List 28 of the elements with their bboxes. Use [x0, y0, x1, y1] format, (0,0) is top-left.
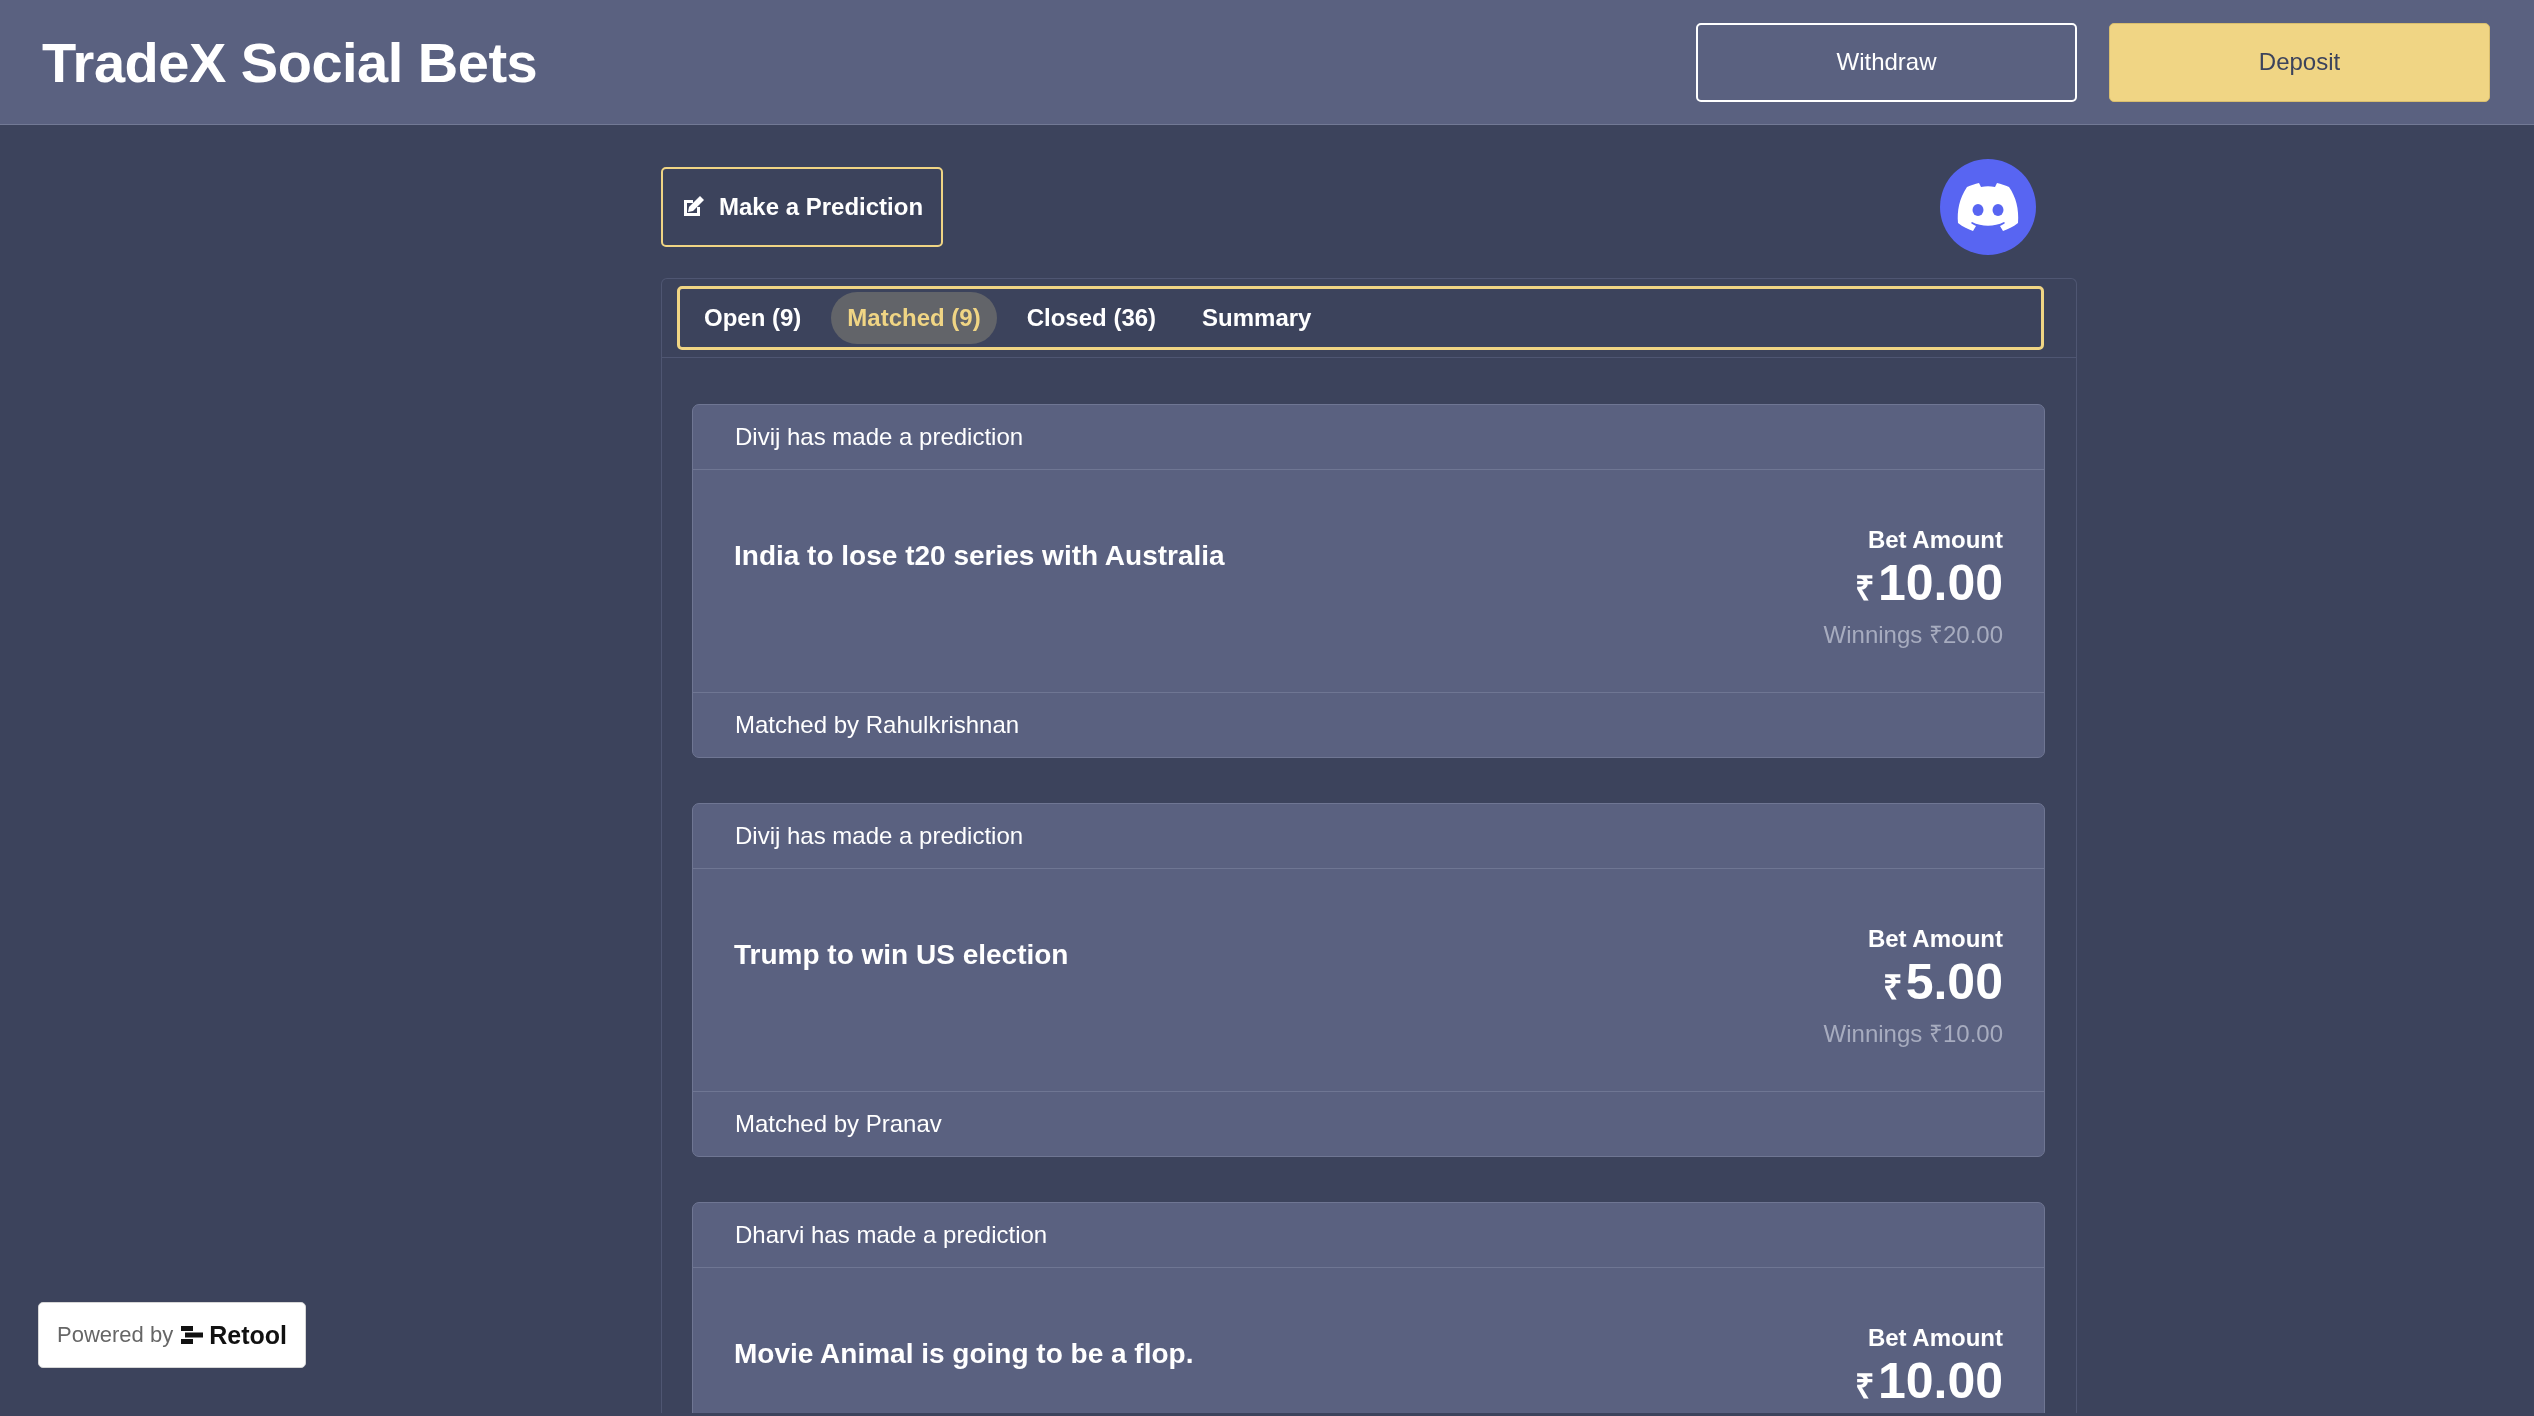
bet-amount: ₹10.00	[1854, 1352, 2003, 1411]
tab[interactable]: Matched (9)	[831, 292, 997, 344]
app-title: TradeX Social Bets	[42, 29, 539, 95]
tab[interactable]: Open (9)	[688, 292, 818, 344]
bet-amount: ₹5.00	[1882, 953, 2003, 1012]
prediction-title: Trump to win US election	[734, 939, 1069, 972]
prediction-title: India to lose t20 series with Australia	[734, 540, 1225, 573]
prediction-author: Divij has made a prediction	[693, 804, 2044, 869]
brand-name[interactable]: Retool	[209, 1320, 287, 1350]
bet-amount-label: Bet Amount	[1867, 1324, 2003, 1352]
bet-amount: ₹10.00	[1854, 554, 2003, 613]
matched-by: Matched by Pranav	[693, 1091, 2044, 1156]
bet-amount-label: Bet Amount	[1867, 925, 2003, 953]
tab[interactable]: Summary	[1186, 292, 1328, 344]
tab[interactable]: Closed (36)	[1010, 292, 1173, 344]
prediction-author: Dharvi has made a prediction	[693, 1203, 2044, 1268]
matched-by: Matched by Rahulkrishnan	[693, 692, 2044, 757]
winnings-amount: Winnings ₹20.00	[1823, 620, 2003, 650]
powered-by-text: Powered by	[57, 1322, 174, 1348]
prediction-author: Divij has made a prediction	[693, 405, 2044, 470]
prediction-title: Movie Animal is going to be a flop.	[734, 1338, 1194, 1371]
bet-amount-label: Bet Amount	[1867, 526, 2003, 554]
edit-icon	[681, 195, 705, 219]
deposit-button[interactable]: Deposit	[2109, 22, 2490, 102]
withdraw-button[interactable]: Withdraw	[1696, 22, 2077, 102]
make-prediction-button[interactable]: Make a Prediction	[661, 167, 944, 247]
winnings-amount: Winnings ₹10.00	[1823, 1019, 2003, 1049]
logo-icon	[181, 1326, 204, 1344]
